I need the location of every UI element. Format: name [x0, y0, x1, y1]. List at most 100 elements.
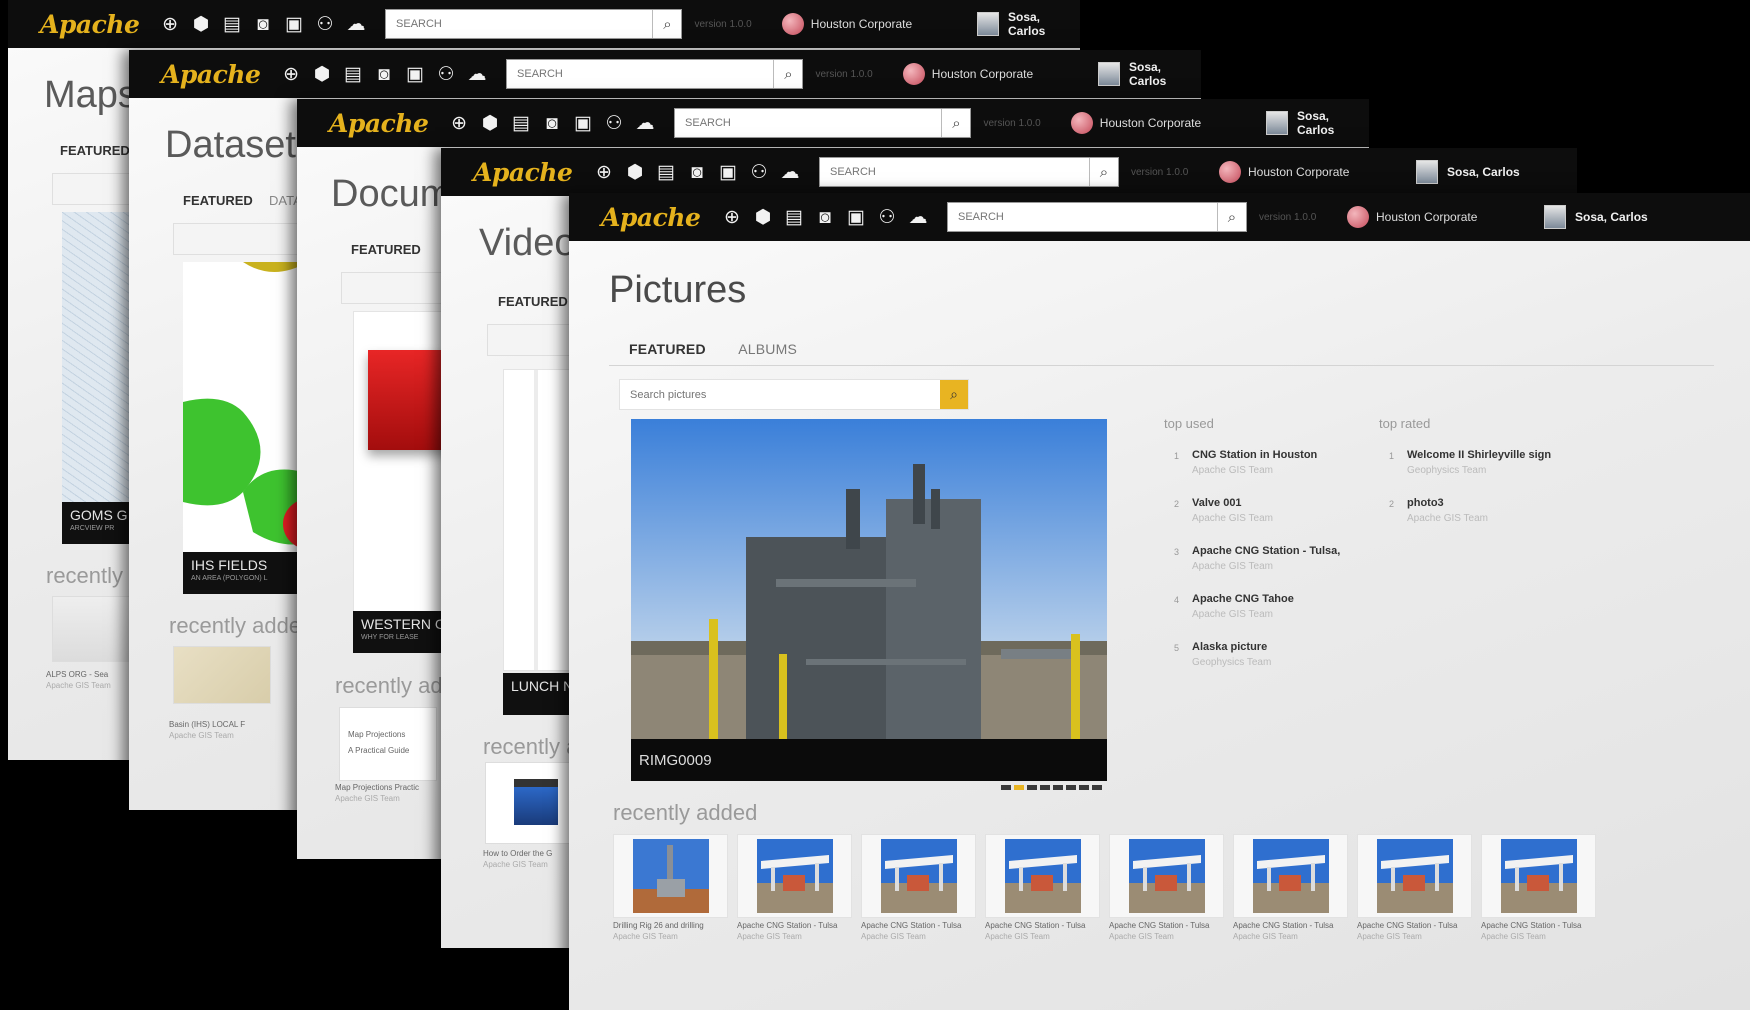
people-icon[interactable]: ⚇ [435, 63, 457, 85]
search-icon[interactable]: ⌕ [1217, 203, 1246, 231]
global-search-input[interactable] [675, 110, 942, 136]
user-menu[interactable]: Sosa, Carlos [1098, 60, 1201, 88]
globe-icon[interactable]: ⊕ [280, 63, 302, 85]
search-pictures[interactable]: ⌕ [619, 379, 969, 410]
people-icon[interactable]: ⚇ [748, 161, 770, 183]
global-search[interactable]: ⌕ [385, 9, 683, 39]
tab-featured[interactable]: FEATURED [183, 193, 253, 208]
people-icon[interactable]: ⚇ [314, 13, 336, 35]
org-selector[interactable]: Houston Corporate [781, 13, 965, 35]
global-search[interactable]: ⌕ [674, 108, 972, 138]
org-selector[interactable]: Houston Corporate [1219, 161, 1404, 183]
recent-picture[interactable]: Apache CNG Station - Tulsa Apache GIS Tea… [1109, 834, 1224, 941]
video-icon[interactable]: ◙ [686, 161, 708, 183]
tab-featured[interactable]: FEATURED [351, 242, 421, 257]
search-icon[interactable]: ⌕ [652, 10, 681, 38]
search-icon[interactable]: ⌕ [773, 60, 802, 88]
recent-picture[interactable]: Apache CNG Station - Tulsa Apache GIS Tea… [1233, 834, 1348, 941]
people-icon[interactable]: ⚇ [876, 206, 898, 228]
tab-featured[interactable]: FEATURED [629, 341, 706, 357]
search-pictures-input[interactable] [620, 380, 940, 409]
user-menu[interactable]: Sosa, Carlos [1416, 160, 1520, 184]
video-icon[interactable]: ◙ [814, 206, 836, 228]
tab-featured[interactable]: FEATURED [60, 143, 130, 158]
list-item[interactable]: 1 CNG Station in Houston Apache GIS Team [1164, 449, 1404, 497]
list-item[interactable]: 1 Welcome II Shirleyville sign Geophysics … [1379, 449, 1619, 497]
search-icon[interactable]: ⌕ [941, 109, 970, 137]
video-icon[interactable]: ◙ [252, 13, 274, 35]
upload-icon[interactable]: ☁ [907, 206, 929, 228]
recent-picture[interactable]: Apache CNG Station - Tulsa Apache GIS Tea… [1357, 834, 1472, 941]
document-icon[interactable]: ▤ [342, 63, 364, 85]
carousel-dot[interactable] [1092, 785, 1102, 790]
globe-icon[interactable]: ⊕ [448, 112, 470, 134]
people-icon[interactable]: ⚇ [603, 112, 625, 134]
search-icon[interactable]: ⌕ [1089, 158, 1118, 186]
datasets-icon[interactable]: ⬢ [479, 112, 501, 134]
carousel-dot[interactable] [1066, 785, 1076, 790]
pictures-icon[interactable]: ▣ [845, 206, 867, 228]
pictures-icon[interactable]: ▣ [572, 112, 594, 134]
featured-picture[interactable]: RIMG0009 [631, 419, 1107, 781]
org-selector[interactable]: Houston Corporate [902, 63, 1086, 85]
list-item[interactable]: 5 Alaska picture Geophysics Team [1164, 641, 1404, 689]
global-search-input[interactable] [820, 159, 1089, 185]
video-icon[interactable]: ◙ [541, 112, 563, 134]
search-icon[interactable]: ⌕ [940, 380, 968, 409]
global-search-input[interactable] [386, 11, 653, 37]
global-search[interactable]: ⌕ [947, 202, 1247, 232]
datasets-icon[interactable]: ⬢ [624, 161, 646, 183]
carousel-dot[interactable] [1040, 785, 1050, 790]
recent-map-thumb[interactable] [52, 596, 130, 662]
document-icon[interactable]: ▤ [783, 206, 805, 228]
upload-icon[interactable]: ☁ [345, 13, 367, 35]
datasets-icon[interactable]: ⬢ [190, 13, 212, 35]
document-icon[interactable]: ▤ [221, 13, 243, 35]
video-icon[interactable]: ◙ [373, 63, 395, 85]
datasets-icon[interactable]: ⬢ [752, 206, 774, 228]
global-search-input[interactable] [948, 204, 1217, 230]
carousel-dot[interactable] [1027, 785, 1037, 790]
recent-picture[interactable]: Apache CNG Station - Tulsa Apache GIS Tea… [861, 834, 976, 941]
apache-logo[interactable]: Apache [329, 109, 440, 138]
recent-picture[interactable]: Apache CNG Station - Tulsa Apache GIS Tea… [985, 834, 1100, 941]
datasets-icon[interactable]: ⬢ [311, 63, 333, 85]
global-search-input[interactable] [507, 61, 774, 87]
carousel-dot[interactable] [1014, 785, 1024, 790]
document-icon[interactable]: ▤ [510, 112, 532, 134]
user-menu[interactable]: Sosa, Carlos [977, 10, 1080, 38]
apache-logo[interactable]: Apache [40, 10, 151, 39]
upload-icon[interactable]: ☁ [466, 63, 488, 85]
tab-featured[interactable]: FEATURED [498, 294, 568, 309]
pictures-icon[interactable]: ▣ [404, 63, 426, 85]
org-selector[interactable]: Houston Corporate [1070, 112, 1254, 134]
globe-icon[interactable]: ⊕ [159, 13, 181, 35]
org-selector[interactable]: Houston Corporate [1347, 206, 1532, 228]
recent-picture[interactable]: Apache CNG Station - Tulsa Apache GIS Tea… [1481, 834, 1596, 941]
upload-icon[interactable]: ☁ [779, 161, 801, 183]
apache-logo[interactable]: Apache [601, 203, 713, 232]
carousel-dot[interactable] [1001, 785, 1011, 790]
tab-albums[interactable]: ALBUMS [738, 341, 797, 357]
apache-logo[interactable]: Apache [473, 158, 585, 187]
carousel-dot[interactable] [1079, 785, 1089, 790]
recent-document-thumb[interactable]: Map Projections A Practical Guide [339, 707, 437, 781]
carousel-dot[interactable] [1053, 785, 1063, 790]
pictures-icon[interactable]: ▣ [717, 161, 739, 183]
upload-icon[interactable]: ☁ [634, 112, 656, 134]
recent-dataset-thumb[interactable] [173, 646, 271, 704]
list-item[interactable]: 4 Apache CNG Tahoe Apache GIS Team [1164, 593, 1404, 641]
pictures-icon[interactable]: ▣ [283, 13, 305, 35]
list-item[interactable]: 3 Apache CNG Station - Tulsa, Apache GIS T… [1164, 545, 1404, 593]
globe-icon[interactable]: ⊕ [721, 206, 743, 228]
global-search[interactable]: ⌕ [819, 157, 1119, 187]
list-item[interactable]: 2 photo3 Apache GIS Team [1379, 497, 1619, 545]
recent-picture[interactable]: Drilling Rig 26 and drilling Apache GIS T… [613, 834, 728, 941]
document-icon[interactable]: ▤ [655, 161, 677, 183]
user-menu[interactable]: Sosa, Carlos [1266, 109, 1369, 137]
recent-picture[interactable]: Apache CNG Station - Tulsa Apache GIS Tea… [737, 834, 852, 941]
user-menu[interactable]: Sosa, Carlos [1544, 205, 1648, 229]
globe-icon[interactable]: ⊕ [593, 161, 615, 183]
list-item[interactable]: 2 Valve 001 Apache GIS Team [1164, 497, 1404, 545]
apache-logo[interactable]: Apache [161, 60, 272, 89]
